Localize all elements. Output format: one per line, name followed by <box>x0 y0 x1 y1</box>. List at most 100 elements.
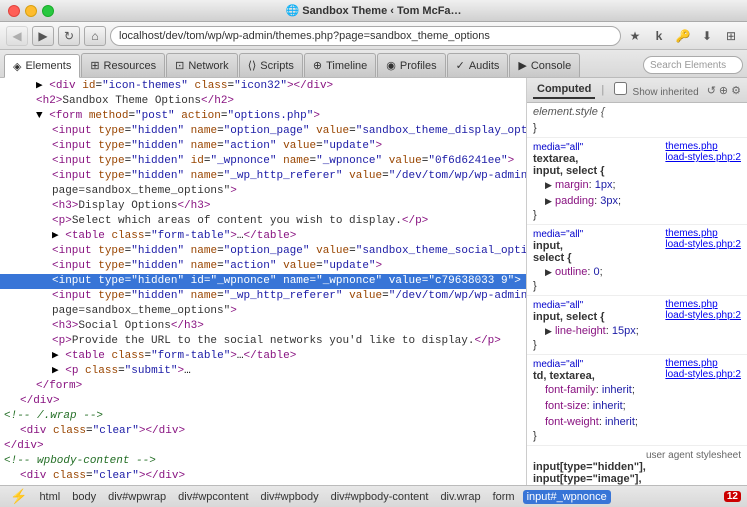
selector-2: input,select { <box>533 240 572 264</box>
breadcrumb-html[interactable]: html <box>35 490 64 504</box>
prop-outline: ▶ outline: 0; <box>533 264 741 280</box>
html-tree-line-16[interactable]: <input type="hidden" name="action" value… <box>0 259 526 274</box>
bookmark-button[interactable]: ★ <box>625 26 645 46</box>
media-rule-4: media="all" <box>533 359 583 370</box>
html-tree-line-17[interactable]: <input type="hidden" id="_wpnonce" name=… <box>0 274 526 289</box>
selector-ua: input[type="hidden"],input[type="image"]… <box>533 461 646 485</box>
css-rule-3: media="all" themes.phpload-styles.php:2 … <box>527 296 747 355</box>
css-rule-1: media="all" themes.phpload-styles.php:2 … <box>527 138 747 225</box>
layers-button[interactable]: ⊞ <box>721 26 741 46</box>
tab-profiles[interactable]: ◉ Profiles <box>377 53 445 77</box>
html-tree-line-15[interactable]: <input type="hidden" name="option_page" … <box>0 244 526 259</box>
html-tree-line-19[interactable]: page=sandbox_theme_options"> <box>0 304 526 319</box>
selector-4: td, textarea, <box>533 370 595 382</box>
show-inherited-label[interactable]: Show inherited <box>614 82 699 98</box>
html-tree-line-9[interactable]: <input type="hidden" id="_wpnonce" name=… <box>0 154 526 169</box>
show-inherited-checkbox[interactable] <box>614 82 627 95</box>
tab-scripts[interactable]: ⟨⟩ Scripts <box>239 53 303 77</box>
address-text: localhost/dev/tom/wp/wp-admin/themes.php… <box>119 30 490 42</box>
close-button[interactable] <box>8 5 20 17</box>
html-tree-line-21[interactable]: <p>Provide the URL to the social network… <box>0 334 526 349</box>
html-tree-line-11[interactable]: page=sandbox_theme_options"> <box>0 184 526 199</box>
breadcrumb-wpcontent[interactable]: div#wpcontent <box>174 490 252 504</box>
tab-audits[interactable]: ✓ Audits <box>447 53 509 77</box>
tab-elements[interactable]: ◈ Elements <box>4 54 80 78</box>
html-tree-line-29[interactable]: <!-- wpbody-content --> <box>0 454 526 469</box>
address-bar[interactable]: localhost/dev/tom/wp/wp-admin/themes.php… <box>110 26 621 46</box>
html-tree-line-5[interactable]: <h2>Sandbox Theme Options</h2> <box>0 94 526 109</box>
html-tree-line-6[interactable]: ▼ <form method="post" action="options.ph… <box>0 109 526 124</box>
breadcrumb-right: 12 <box>724 491 741 502</box>
maximize-button[interactable] <box>42 5 54 17</box>
computed-tab[interactable]: Computed <box>533 81 595 99</box>
html-tree-line-28[interactable]: </div> <box>0 439 526 454</box>
breadcrumb-form[interactable]: form <box>489 490 519 504</box>
timeline-icon: ⊕ <box>313 59 322 72</box>
minimize-button[interactable] <box>25 5 37 17</box>
key-button[interactable]: 🔑 <box>673 26 693 46</box>
element-style-label: element.style { <box>533 106 605 118</box>
html-tree-line-12[interactable]: <h3>Display Options</h3> <box>0 199 526 214</box>
html-tree-line-26[interactable]: <!-- /.wrap --> <box>0 409 526 424</box>
html-tree-line-27[interactable]: <div class="clear"></div> <box>0 424 526 439</box>
add-style-icon[interactable]: ⊕ <box>719 84 728 97</box>
source-link-4[interactable]: themes.phpload-styles.php:2 <box>665 358 741 380</box>
search-placeholder: Search Elements <box>650 60 726 71</box>
source-link-3[interactable]: themes.phpload-styles.php:2 <box>665 299 741 321</box>
prop-fontweight: font-weight: inherit; <box>533 414 741 430</box>
css-rule-2: media="all" themes.phpload-styles.php:2 … <box>527 225 747 296</box>
title-bar: 🌐 Sandbox Theme ‹ Tom McFa… <box>0 0 747 22</box>
breadcrumb-body[interactable]: body <box>68 490 100 504</box>
selector-1: textarea,input, select { <box>533 153 605 177</box>
element-style-block: element.style { } <box>527 103 747 138</box>
html-tree-line-10[interactable]: <input type="hidden" name="_wp_http_refe… <box>0 169 526 184</box>
profiles-icon: ◉ <box>386 59 396 72</box>
html-tree-line-23[interactable]: ▶ <p class="submit">… <box>0 364 526 379</box>
prop-fontsize: font-size: inherit; <box>533 398 741 414</box>
html-tree-line-4[interactable]: ▶ <div id="icon-themes" class="icon32"><… <box>0 79 526 94</box>
html-tree-line-22[interactable]: ▶ <table class="form-table">…</table> <box>0 349 526 364</box>
breadcrumb-wrap[interactable]: div.wrap <box>436 490 484 504</box>
html-tree-line-30[interactable]: <div class="clear"></div> <box>0 469 526 484</box>
html-tree-line-25[interactable]: </div> <box>0 394 526 409</box>
console-icon: ▶ <box>518 59 526 72</box>
prop-padding: ▶ padding: 3px; <box>533 193 741 209</box>
html-tree-line-7[interactable]: <input type="hidden" name="option_page" … <box>0 124 526 139</box>
prop-margin: ▶ margin: 1px; <box>533 177 741 193</box>
prop-lineheight: ▶ line-height: 15px; <box>533 323 741 339</box>
html-tree-line-14[interactable]: ▶ <table class="form-table">…</table> <box>0 229 526 244</box>
devtools-left-icon[interactable]: ⚡ <box>6 487 31 506</box>
tab-resources[interactable]: ⊞ Resources <box>81 53 165 77</box>
tab-console[interactable]: ▶ Console <box>509 53 580 77</box>
network-icon: ⊡ <box>175 59 184 72</box>
forward-button[interactable]: ▶ <box>32 26 54 46</box>
window-title: 🌐 Sandbox Theme ‹ Tom McFa… <box>285 4 461 17</box>
tab-network[interactable]: ⊡ Network <box>166 53 238 77</box>
breadcrumb-wpwrap[interactable]: div#wpwrap <box>104 490 170 504</box>
html-tree-line-18[interactable]: <input type="hidden" name="_wp_http_refe… <box>0 289 526 304</box>
refresh-button[interactable]: ↻ <box>58 26 80 46</box>
elements-icon: ◈ <box>13 60 21 73</box>
download-button[interactable]: ⬇ <box>697 26 717 46</box>
html-tree-line-24[interactable]: </form> <box>0 379 526 394</box>
breadcrumb-wpbody[interactable]: div#wpbody <box>257 490 323 504</box>
window-controls[interactable] <box>8 5 54 17</box>
back-button[interactable]: ◀ <box>6 26 28 46</box>
media-rule-2: media="all" <box>533 229 583 240</box>
breadcrumb-wpbody-content[interactable]: div#wpbody-content <box>327 490 433 504</box>
settings-style-icon[interactable]: ⚙ <box>731 84 741 97</box>
breadcrumb-input-wpnonce[interactable]: input#_wpnonce <box>523 490 611 504</box>
html-tree-line-31[interactable]: </div> <box>0 484 526 485</box>
source-link-1[interactable]: themes.phpload-styles.php:2 <box>665 141 741 163</box>
html-tree-line-8[interactable]: <input type="hidden" name="action" value… <box>0 139 526 154</box>
source-link-2[interactable]: themes.phpload-styles.php:2 <box>665 228 741 250</box>
search-elements-box[interactable]: Search Elements <box>643 56 743 74</box>
k-button[interactable]: k <box>649 26 669 46</box>
html-tree-line-13[interactable]: <p>Select which areas of content you wis… <box>0 214 526 229</box>
refresh-style-icon[interactable]: ↺ <box>707 84 716 97</box>
styles-panel: Computed | Show inherited ↺ ⊕ ⚙ element.… <box>527 78 747 485</box>
home-button[interactable]: ⌂ <box>84 26 106 46</box>
html-panel[interactable]: ▶ <div id="wpbody-content">…▶ <div id="s… <box>0 78 527 485</box>
html-tree-line-20[interactable]: <h3>Social Options</h3> <box>0 319 526 334</box>
tab-timeline[interactable]: ⊕ Timeline <box>304 53 376 77</box>
